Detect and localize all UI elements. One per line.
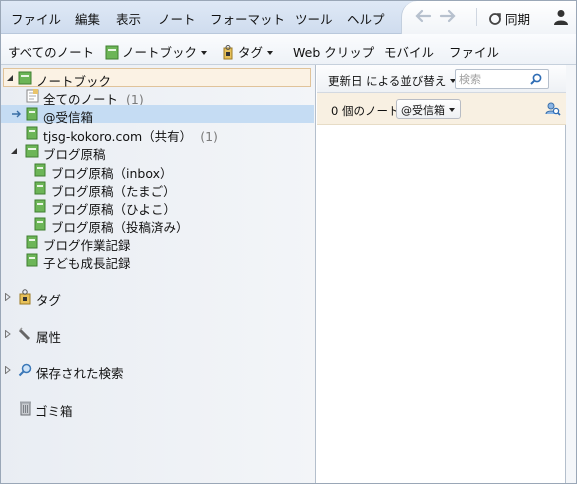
notebook-filter-value: @受信箱 bbox=[401, 104, 445, 117]
magnifier-icon bbox=[18, 363, 32, 377]
tag-icon bbox=[223, 45, 233, 60]
file-button[interactable]: ファイル bbox=[449, 42, 499, 61]
tag-button[interactable]: タグ bbox=[221, 42, 274, 61]
sidebar-item-label: 子ども成長記録 bbox=[43, 256, 131, 271]
sort-bar: 更新日 による並び替え bbox=[317, 65, 566, 93]
sync-icon bbox=[489, 13, 501, 25]
notebook-icon bbox=[34, 199, 46, 213]
sort-dropdown[interactable]: 更新日 による並び替え bbox=[328, 73, 457, 89]
sync-label: 同期 bbox=[505, 12, 531, 27]
search-input[interactable] bbox=[459, 72, 529, 86]
notebook-icon bbox=[34, 217, 46, 231]
menu-help[interactable]: ヘルプ bbox=[347, 9, 385, 28]
sidebar-item-label: ゴミ箱 bbox=[35, 404, 73, 419]
sidebar-section-label: 属性 bbox=[36, 330, 62, 345]
notebook-icon bbox=[34, 163, 46, 177]
account-icon[interactable] bbox=[554, 9, 568, 25]
trash-icon bbox=[20, 401, 31, 416]
chevron-down-icon bbox=[267, 51, 274, 55]
sync-button[interactable]: 同期 bbox=[488, 9, 530, 28]
mobile-button[interactable]: モバイル bbox=[384, 42, 434, 61]
notebook-icon bbox=[26, 107, 38, 121]
sidebar-item-blog-drafts[interactable]: ブログ原稿 bbox=[1, 142, 314, 162]
note-count-bar: 0 個のノート @受信箱 bbox=[317, 93, 566, 125]
divider bbox=[476, 8, 477, 26]
sidebar-item-blog-posted[interactable]: ブログ原稿（投稿済み） bbox=[1, 215, 314, 235]
notebook-button-label: ノートブック bbox=[122, 45, 198, 60]
notebook-button[interactable]: ノートブック bbox=[105, 42, 208, 61]
sidebar: ノートブック 全てのノート (1) @受信箱 tjsg-kokoro.com（共有… bbox=[1, 65, 316, 483]
sidebar-item-shared[interactable]: tjsg-kokoro.com（共有） (1) bbox=[1, 124, 314, 144]
all-notes-icon bbox=[26, 89, 39, 103]
chevron-down-icon bbox=[201, 51, 208, 55]
sidebar-item-blog-egg[interactable]: ブログ原稿（たまご） bbox=[1, 179, 314, 199]
menubar: ファイル 編集 表示 ノート フォーマット ツール ヘルプ 同期 bbox=[1, 1, 576, 34]
note-list-pane: 更新日 による並び替え 0 個のノート @受信箱 bbox=[317, 65, 566, 483]
sidebar-section-attributes[interactable]: 属性 bbox=[1, 325, 314, 345]
notebook-icon bbox=[26, 253, 38, 267]
menu-format[interactable]: フォーマット bbox=[210, 9, 285, 28]
sidebar-item-blog-worklog[interactable]: ブログ作業記録 bbox=[1, 233, 314, 253]
sidebar-section-tags[interactable]: タグ bbox=[1, 288, 314, 308]
sidebar-section-saved-searches[interactable]: 保存された検索 bbox=[1, 361, 314, 381]
arrow-right-icon bbox=[12, 110, 21, 118]
people-search-icon[interactable] bbox=[545, 101, 561, 117]
toolbar: すべてのノート ノートブック タグ Web クリップ モバイル ファイル bbox=[1, 34, 576, 65]
notebook-icon bbox=[26, 126, 38, 140]
menu-file[interactable]: ファイル bbox=[11, 9, 61, 28]
back-arrow-icon[interactable] bbox=[414, 8, 434, 26]
sidebar-item-blog-inbox[interactable]: ブログ原稿（inbox） bbox=[1, 161, 314, 181]
note-count-label: 0 個のノート bbox=[331, 104, 400, 118]
all-notes-button[interactable]: すべてのノート bbox=[8, 42, 94, 61]
menu-note[interactable]: ノート bbox=[158, 9, 196, 28]
sidebar-item-blog-chick[interactable]: ブログ原稿（ひよこ） bbox=[1, 197, 314, 217]
notebook-stack-icon bbox=[25, 144, 39, 158]
pencil-icon bbox=[18, 327, 31, 341]
notebook-icon bbox=[26, 235, 38, 249]
sidebar-item-all-notes[interactable]: 全てのノート (1) bbox=[1, 87, 314, 107]
chevron-down-icon bbox=[449, 108, 455, 112]
notebook-icon bbox=[34, 181, 46, 195]
sidebar-item-trash[interactable]: ゴミ箱 bbox=[1, 399, 314, 419]
menu-view[interactable]: 表示 bbox=[116, 9, 141, 28]
expander-closed-icon[interactable] bbox=[5, 293, 11, 301]
sidebar-item-child-growth[interactable]: 子ども成長記録 bbox=[1, 251, 314, 271]
notebook-stack-icon bbox=[18, 71, 32, 85]
evernote-window: ファイル 編集 表示 ノート フォーマット ツール ヘルプ 同期 すべてのノート… bbox=[0, 0, 577, 484]
forward-arrow-icon[interactable] bbox=[439, 8, 459, 26]
expander-closed-icon[interactable] bbox=[5, 366, 11, 374]
right-pane-edge bbox=[566, 65, 576, 483]
menu-tools[interactable]: ツール bbox=[295, 9, 333, 28]
expander-open-icon[interactable] bbox=[11, 148, 17, 154]
tag-icon bbox=[19, 289, 31, 305]
search-icon[interactable] bbox=[530, 73, 542, 85]
sort-label: 更新日 による並び替え bbox=[328, 74, 447, 88]
sidebar-item-inbox[interactable]: @受信箱 bbox=[1, 105, 314, 125]
web-clip-button[interactable]: Web クリップ bbox=[293, 42, 374, 61]
sidebar-section-label: 保存された検索 bbox=[36, 366, 124, 381]
expander-open-icon[interactable] bbox=[7, 75, 13, 81]
search-box[interactable] bbox=[455, 69, 549, 89]
notebooks-header[interactable]: ノートブック bbox=[3, 68, 311, 89]
menu-edit[interactable]: 編集 bbox=[75, 9, 100, 28]
notebook-filter-select[interactable]: @受信箱 bbox=[396, 99, 461, 119]
sidebar-section-label: タグ bbox=[36, 293, 62, 308]
expander-closed-icon[interactable] bbox=[5, 330, 11, 338]
notebook-icon bbox=[105, 45, 119, 60]
tag-button-label: タグ bbox=[238, 45, 264, 60]
